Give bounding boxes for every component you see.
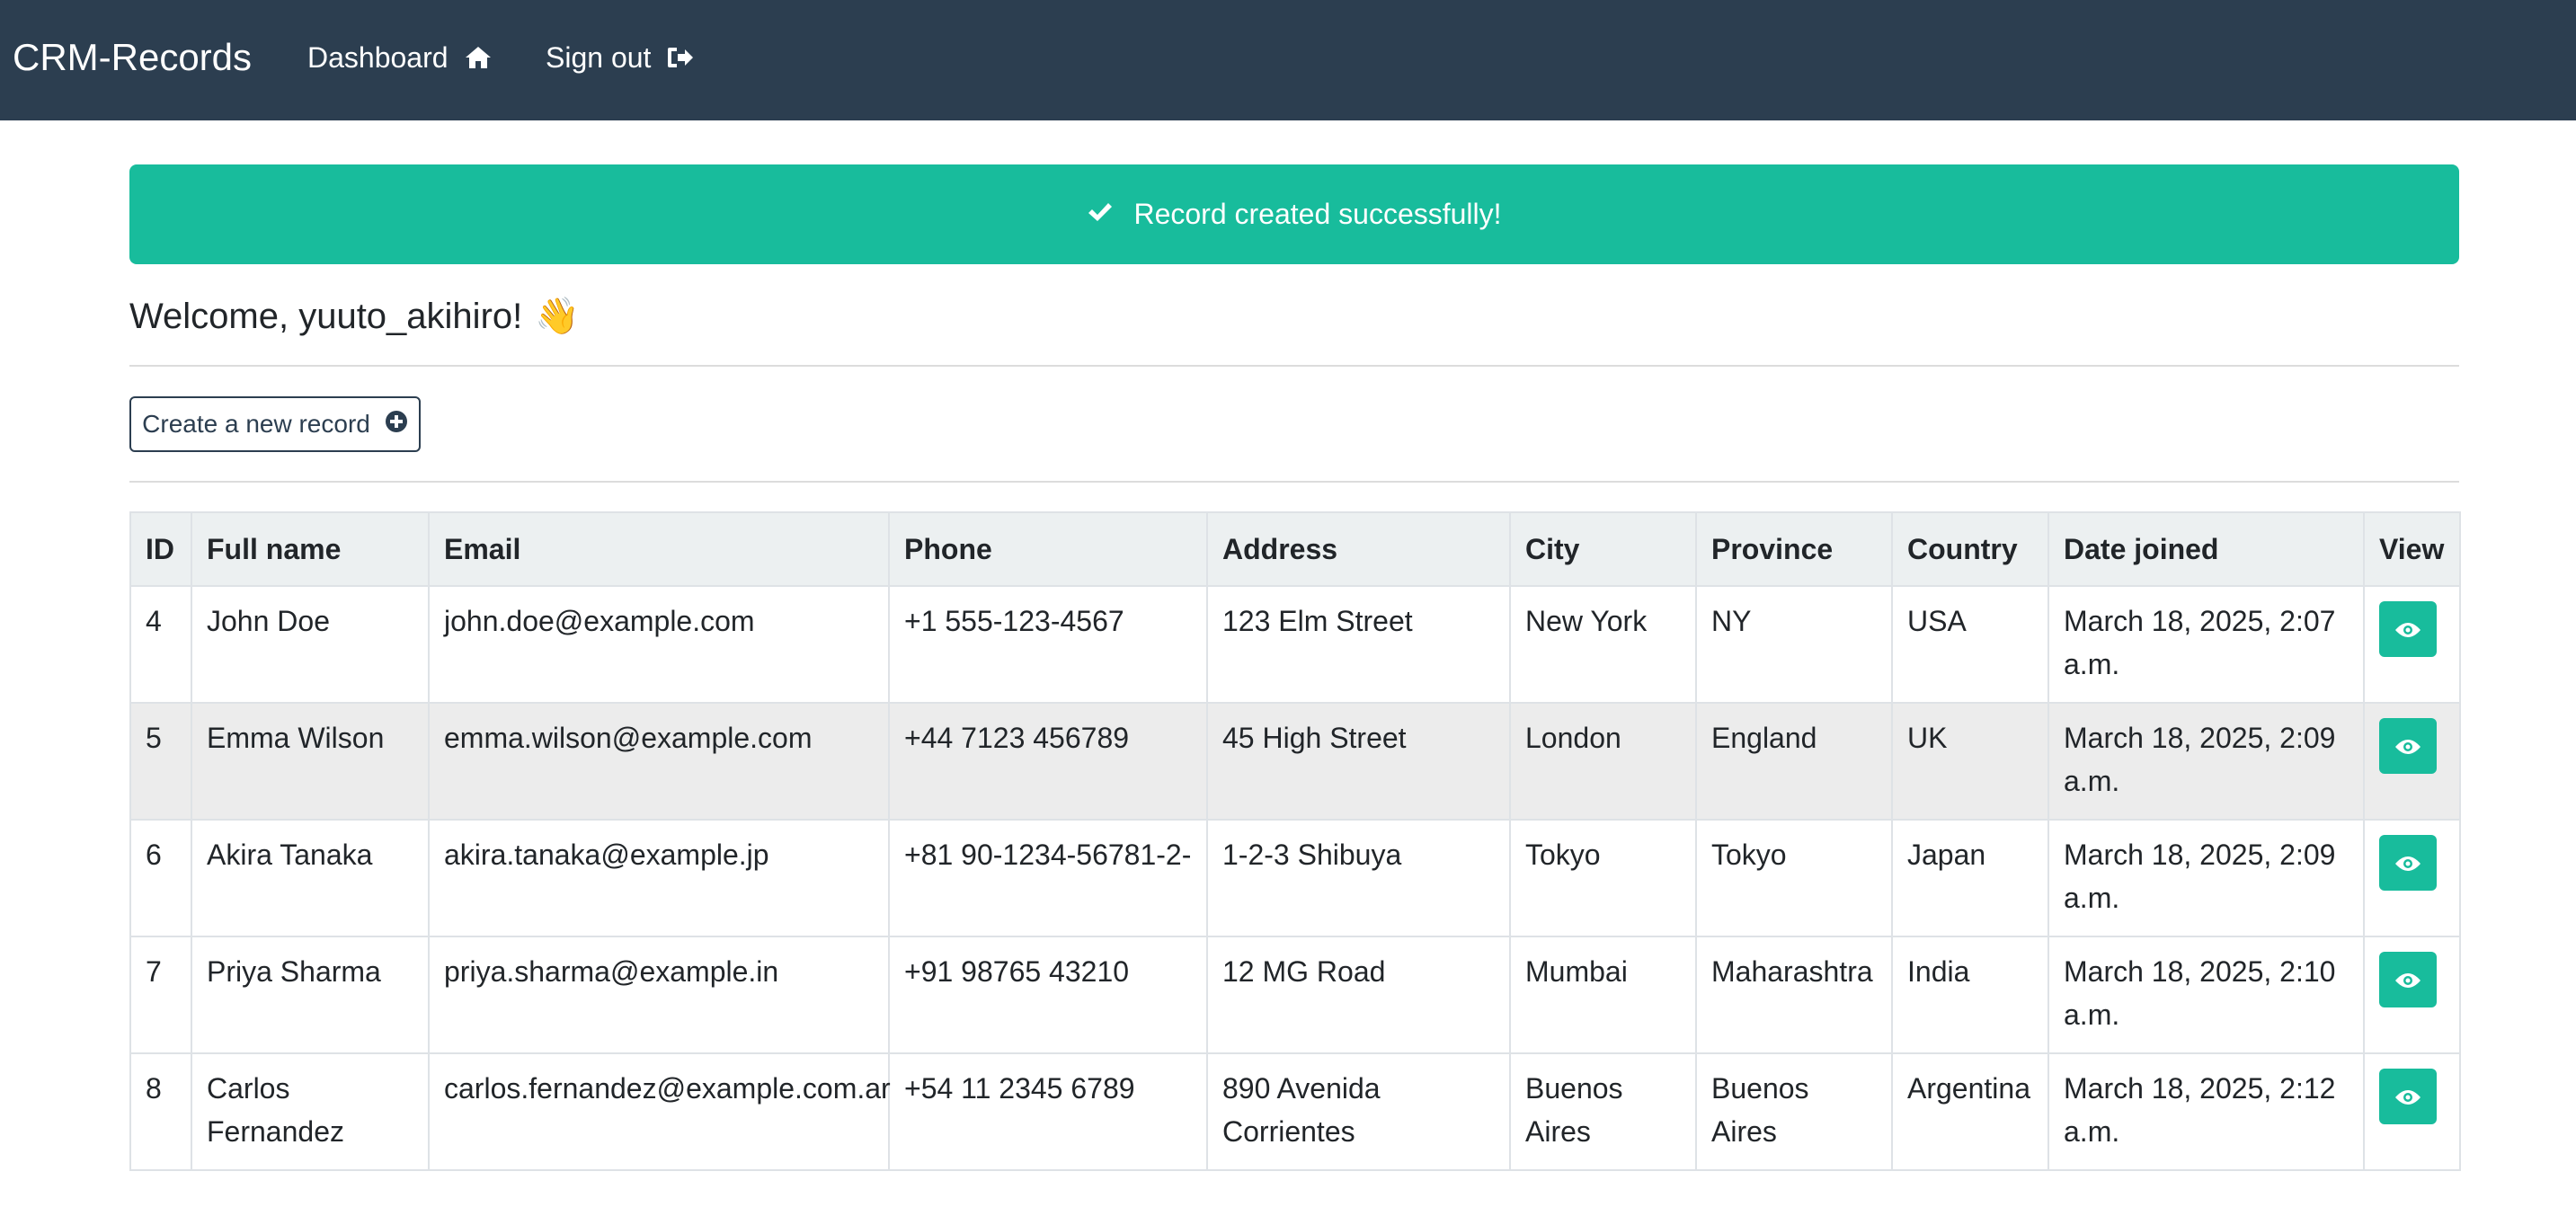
cell-city: Mumbai [1509,936,1697,1054]
cell-full-name: Akira Tanaka [191,819,430,937]
cell-date-joined: March 18, 2025, 2:12 a.m. [2047,1052,2365,1171]
cell-full-name: Priya Sharma [191,936,430,1054]
eye-icon [2394,958,2421,1001]
create-record-button[interactable]: Create a new record [129,396,421,452]
check-icon [1087,198,1114,231]
cell-view [2363,585,2461,704]
table-row: 5 Emma Wilson emma.wilson@example.com +4… [129,702,2461,821]
nav-sign-out-label: Sign out [546,41,652,74]
cell-country: India [1891,936,2049,1054]
cell-province: Maharashtra [1695,936,1893,1054]
cell-date-joined: March 18, 2025, 2:10 a.m. [2047,936,2365,1054]
cell-phone: +1 555-123-4567 [888,585,1208,704]
view-record-button[interactable] [2379,718,2437,774]
cell-view [2363,819,2461,937]
cell-full-name: Emma Wilson [191,702,430,821]
cell-full-name: John Doe [191,585,430,704]
eye-icon [2394,1075,2421,1118]
column-header-view: View [2363,511,2461,587]
cell-email: priya.sharma@example.in [428,936,890,1054]
column-header-phone[interactable]: Phone [888,511,1208,587]
nav-dashboard-label: Dashboard [307,41,449,74]
cell-phone: +91 98765 43210 [888,936,1208,1054]
table-header-row: ID Full name Email Phone Address City Pr… [129,511,2461,587]
column-header-full-name[interactable]: Full name [191,511,430,587]
cell-country: Argentina [1891,1052,2049,1171]
cell-date-joined: March 18, 2025, 2:07 a.m. [2047,585,2365,704]
cell-address: 45 High Street [1206,702,1511,821]
cell-id: 4 [129,585,192,704]
cell-province: Tokyo [1695,819,1893,937]
cell-id: 7 [129,936,192,1054]
table-row: 4 John Doe john.doe@example.com +1 555-1… [129,585,2461,704]
cell-province: Buenos Aires [1695,1052,1893,1171]
welcome-text: Welcome, yuuto_akihiro! [129,297,523,336]
create-record-label: Create a new record [142,410,370,438]
cell-email: john.doe@example.com [428,585,890,704]
table-row: 8 Carlos Fernandez carlos.fernandez@exam… [129,1052,2461,1171]
cell-id: 5 [129,702,192,821]
alert-message: Record created successfully! [1133,198,1502,230]
column-header-province[interactable]: Province [1695,511,1893,587]
view-record-button[interactable] [2379,835,2437,891]
column-header-country[interactable]: Country [1891,511,2049,587]
cell-province: England [1695,702,1893,821]
cell-address: 890 Avenida Corrientes [1206,1052,1511,1171]
eye-icon [2394,841,2421,884]
cell-phone: +44 7123 456789 [888,702,1208,821]
view-record-button[interactable] [2379,952,2437,1007]
eye-icon [2394,608,2421,651]
column-header-address[interactable]: Address [1206,511,1511,587]
home-icon [465,46,492,69]
cell-phone: +81 90-1234-56781-2- [888,819,1208,937]
brand-logo[interactable]: CRM-Records [13,31,252,84]
view-record-button[interactable] [2379,601,2437,657]
cell-email: emma.wilson@example.com [428,702,890,821]
navbar: CRM-Records Dashboard Sign out [0,0,2576,120]
cell-date-joined: March 18, 2025, 2:09 a.m. [2047,702,2365,821]
cell-city: New York [1509,585,1697,704]
column-header-email[interactable]: Email [428,511,890,587]
cell-view [2363,702,2461,821]
cell-address: 123 Elm Street [1206,585,1511,704]
cell-country: Japan [1891,819,2049,937]
cell-address: 1-2-3 Shibuya [1206,819,1511,937]
cell-view [2363,936,2461,1054]
cell-id: 6 [129,819,192,937]
cell-id: 8 [129,1052,192,1171]
divider [129,481,2459,483]
nav-sign-out-link[interactable]: Sign out [546,36,694,79]
cell-province: NY [1695,585,1893,704]
plus-circle-icon [385,410,408,439]
welcome-heading: Welcome, yuuto_akihiro! 👋 [129,291,580,342]
cell-city: London [1509,702,1697,821]
cell-city: Buenos Aires [1509,1052,1697,1171]
divider [129,365,2459,367]
table-row: 6 Akira Tanaka akira.tanaka@example.jp +… [129,819,2461,937]
cell-date-joined: March 18, 2025, 2:09 a.m. [2047,819,2365,937]
cell-address: 12 MG Road [1206,936,1511,1054]
cell-view [2363,1052,2461,1171]
sign-out-icon [667,46,694,69]
cell-full-name: Carlos Fernandez [191,1052,430,1171]
nav-dashboard-link[interactable]: Dashboard [307,36,492,79]
table-row: 7 Priya Sharma priya.sharma@example.in +… [129,936,2461,1054]
cell-email: carlos.fernandez@example.com.ar [428,1052,891,1171]
cell-phone: +54 11 2345 6789 [888,1052,1208,1171]
view-record-button[interactable] [2379,1069,2437,1124]
success-alert: Record created successfully! [129,164,2459,264]
cell-country: USA [1891,585,2049,704]
eye-icon [2394,724,2421,768]
cell-country: UK [1891,702,2049,821]
records-table: ID Full name Email Phone Address City Pr… [129,511,2461,1171]
column-header-city[interactable]: City [1509,511,1697,587]
waving-hand-emoji: 👋 [535,297,581,336]
column-header-id[interactable]: ID [129,511,192,587]
cell-city: Tokyo [1509,819,1697,937]
column-header-date-joined[interactable]: Date joined [2047,511,2365,587]
cell-email: akira.tanaka@example.jp [428,819,890,937]
